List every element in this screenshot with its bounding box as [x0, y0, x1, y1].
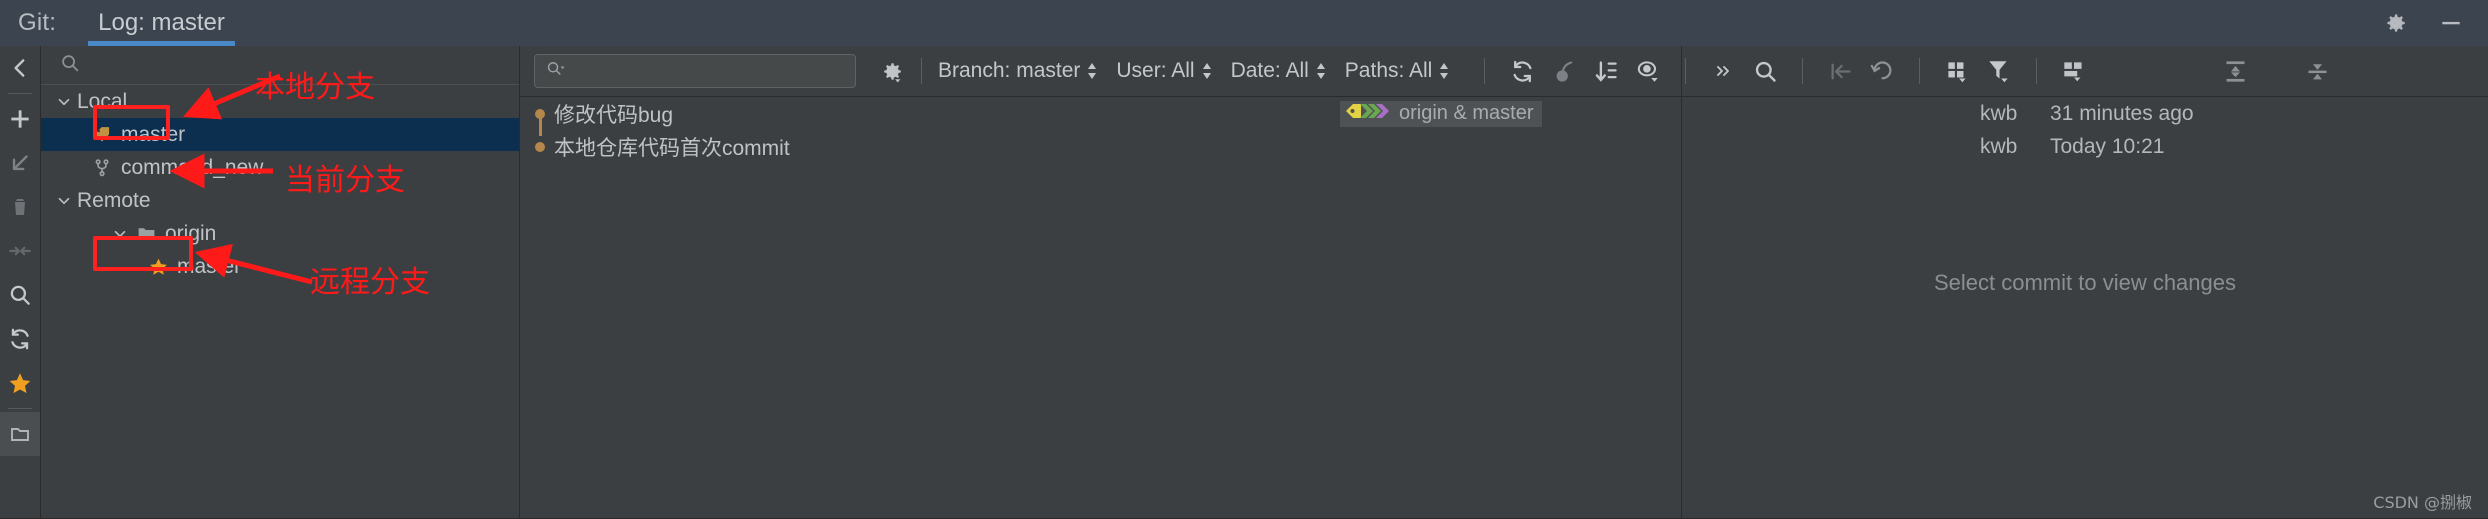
- commit-details-panel: Select commit to view changes: [1682, 46, 2488, 519]
- git-log-area: Branch: master User: All Date: All Paths…: [520, 46, 2488, 519]
- refresh-icon[interactable]: [1501, 51, 1543, 91]
- branch-filter-label: Branch: master: [938, 59, 1081, 82]
- commit-graph-cell: [528, 97, 554, 136]
- user-filter[interactable]: User: All: [1116, 59, 1212, 83]
- collapse-back-icon[interactable]: [0, 46, 40, 90]
- log-settings-gear-icon[interactable]: [878, 58, 905, 85]
- refresh-icon[interactable]: [0, 317, 40, 361]
- search-dropdown-icon: [545, 58, 567, 85]
- tree-node-origin-master[interactable]: master: [41, 250, 519, 283]
- date-filter[interactable]: Date: All: [1231, 59, 1327, 83]
- tree-node-label: master: [121, 122, 186, 146]
- show-details-icon[interactable]: [1627, 51, 1669, 91]
- repository-icon[interactable]: [0, 412, 40, 456]
- cherry-pick-icon[interactable]: [1543, 51, 1585, 91]
- git-label: Git:: [18, 9, 57, 36]
- tag-icon: [89, 124, 115, 145]
- star-icon: [145, 256, 171, 277]
- branch-tree-rows: Local master command_new Remote origin m…: [41, 85, 519, 283]
- commit-graph-cell: [528, 130, 554, 163]
- branch-filter-search[interactable]: [41, 46, 519, 85]
- updown-arrows-icon: [1438, 61, 1450, 81]
- graph-node: [535, 109, 545, 119]
- sort-icon[interactable]: [1585, 51, 1627, 91]
- git-branches-toolbar-rail: [0, 46, 41, 519]
- merge-icon[interactable]: [0, 229, 40, 273]
- date-filter-label: Date: All: [1230, 59, 1309, 82]
- tree-node-local-master[interactable]: master: [41, 118, 519, 151]
- log-search-input[interactable]: [534, 54, 856, 88]
- rail-separator-1: [8, 93, 32, 94]
- tag-branch-labels-icon: [1344, 101, 1394, 127]
- toolbar-divider-2: [1484, 58, 1486, 84]
- tree-node-remote[interactable]: Remote: [41, 184, 519, 217]
- search-icon[interactable]: [0, 273, 40, 317]
- folder-icon: [133, 223, 159, 244]
- chevron-down-icon[interactable]: [51, 93, 77, 111]
- window-header: Git: Log: master: [0, 0, 2488, 46]
- branches-tree-panel: Local master command_new Remote origin m…: [41, 46, 520, 519]
- paths-filter-label: Paths: All: [1344, 59, 1433, 82]
- updown-arrows-icon: [1315, 61, 1327, 81]
- tree-node-label: Remote: [77, 188, 151, 212]
- tree-node-label: command_new: [121, 155, 264, 179]
- tree-node-label: master: [177, 254, 242, 278]
- minimize-icon[interactable]: [2438, 10, 2464, 36]
- checkout-icon[interactable]: [0, 141, 40, 185]
- updown-arrows-icon: [1201, 61, 1213, 81]
- chevron-down-icon[interactable]: [51, 192, 77, 210]
- tree-node-label: Local: [77, 89, 128, 113]
- graph-node: [535, 142, 545, 152]
- updown-arrows-icon: [1086, 61, 1098, 81]
- window-controls: [2382, 0, 2488, 46]
- commit-refs-chip[interactable]: origin & master: [1340, 100, 1542, 127]
- gear-icon[interactable]: [2382, 10, 2408, 36]
- search-icon: [59, 52, 81, 79]
- toolbar-divider-1: [921, 58, 922, 84]
- paths-filter[interactable]: Paths: All: [1345, 59, 1451, 83]
- watermark: CSDN @捌椒: [2373, 493, 2472, 512]
- new-branch-icon[interactable]: [0, 97, 40, 141]
- tree-node-command-new[interactable]: command_new: [41, 151, 519, 184]
- user-filter-label: User: All: [1116, 59, 1195, 82]
- branch-icon: [89, 157, 115, 178]
- chevron-down-icon[interactable]: [107, 225, 133, 243]
- branch-filter[interactable]: Branch: master: [938, 59, 1098, 83]
- tree-node-label: origin: [165, 221, 217, 245]
- empty-state-text: Select commit to view changes: [1933, 269, 2237, 295]
- commit-refs-label: origin & master: [1399, 102, 1534, 124]
- tree-node-local[interactable]: Local: [41, 85, 519, 118]
- rail-separator-2: [8, 408, 32, 409]
- favorite-icon[interactable]: [0, 361, 40, 405]
- tab-log-master[interactable]: Log: master: [88, 0, 235, 46]
- tree-node-origin[interactable]: origin: [41, 217, 519, 250]
- delete-branch-icon[interactable]: [0, 185, 40, 229]
- tab-log-master-label: Log: master: [98, 9, 225, 36]
